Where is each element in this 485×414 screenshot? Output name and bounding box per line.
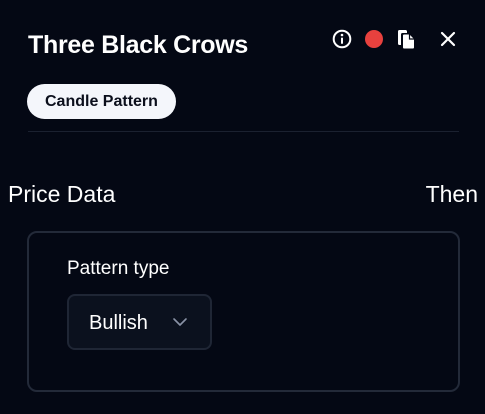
status-dot-icon	[365, 30, 383, 48]
status-button[interactable]	[363, 28, 385, 50]
pattern-type-select[interactable]: Bullish	[67, 294, 212, 350]
pattern-type-label: Pattern type	[67, 258, 170, 279]
close-icon	[440, 31, 456, 47]
panel-title: Three Black Crows	[28, 31, 248, 59]
copy-icon	[398, 30, 414, 49]
section-price-data: Price Data	[8, 181, 116, 207]
chevron-down-icon	[173, 318, 187, 326]
header-actions	[331, 28, 459, 50]
pattern-category-badge: Candle Pattern	[27, 84, 176, 119]
section-then: Then	[425, 181, 478, 207]
pattern-type-value: Bullish	[89, 312, 148, 334]
info-icon	[332, 29, 352, 49]
info-button[interactable]	[331, 28, 353, 50]
header-divider	[28, 131, 459, 132]
copy-button[interactable]	[395, 28, 417, 50]
close-button[interactable]	[437, 28, 459, 50]
pattern-panel: Three Black Crows Candle Pattern Price D…	[0, 0, 485, 414]
